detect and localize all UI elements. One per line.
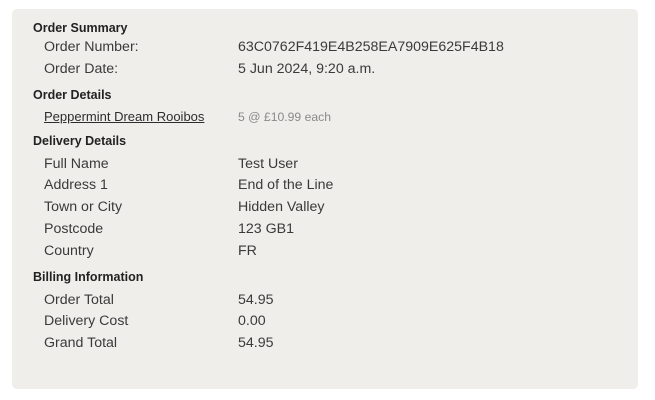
- order-item-name-cell: Peppermint Dream Rooibos: [44, 107, 238, 127]
- billing-row-delivery-cost: Delivery Cost 0.00: [33, 311, 638, 333]
- delivery-row-country: Country FR: [33, 241, 638, 263]
- billing-label: Order Total: [44, 291, 114, 308]
- delivery-value: Hidden Valley: [238, 199, 325, 216]
- delivery-row-address-1: Address 1 End of the Line: [33, 175, 638, 197]
- order-number-label: Order Number:: [44, 39, 139, 55]
- billing-label: Grand Total: [44, 335, 118, 352]
- billing-row-grand-total: Grand Total 54.95: [33, 333, 638, 355]
- billing-value: 54.95: [238, 335, 274, 352]
- delivery-label: Town or City: [44, 199, 123, 216]
- billing-information-heading: Billing Information: [33, 269, 144, 284]
- order-summary-card: Order Summary Order Number: 63C0762F419E…: [12, 9, 638, 389]
- delivery-row-full-name: Full Name Test User: [33, 154, 638, 176]
- delivery-label: Country: [44, 242, 94, 259]
- delivery-label: Address 1: [44, 177, 108, 194]
- order-details-heading: Order Details: [33, 87, 112, 102]
- order-date-value: 5 Jun 2024, 9:20 a.m.: [238, 60, 376, 77]
- delivery-row-town-or-city: Town or City Hidden Valley: [33, 197, 638, 219]
- order-number-value: 63C0762F419E4B258EA7909E625F4B18: [238, 39, 504, 55]
- billing-value: 0.00: [238, 313, 266, 330]
- order-summary-heading: Order Summary: [33, 21, 128, 35]
- delivery-details-heading: Delivery Details: [33, 133, 127, 148]
- order-item-row: Peppermint Dream Rooibos 5 @ £10.99 each: [33, 107, 638, 127]
- delivery-row-postcode: Postcode 123 GB1: [33, 219, 638, 241]
- delivery-value: 123 GB1: [238, 220, 295, 237]
- delivery-label: Full Name: [44, 155, 109, 172]
- order-item-quantity-price: 5 @ £10.99 each: [238, 109, 332, 124]
- billing-row-order-total: Order Total 54.95: [33, 290, 638, 312]
- billing-value: 54.95: [238, 291, 274, 308]
- delivery-value: End of the Line: [238, 177, 334, 194]
- order-item-link[interactable]: Peppermint Dream Rooibos: [44, 109, 204, 124]
- order-date-row: Order Date: 5 Jun 2024, 9:20 a.m.: [33, 59, 638, 81]
- delivery-label: Postcode: [44, 220, 104, 237]
- delivery-value: Test User: [238, 155, 298, 172]
- delivery-value: FR: [238, 242, 257, 259]
- order-number-row: Order Number: 63C0762F419E4B258EA7909E62…: [33, 37, 638, 59]
- order-date-label: Order Date:: [44, 60, 119, 77]
- billing-label: Delivery Cost: [44, 313, 129, 330]
